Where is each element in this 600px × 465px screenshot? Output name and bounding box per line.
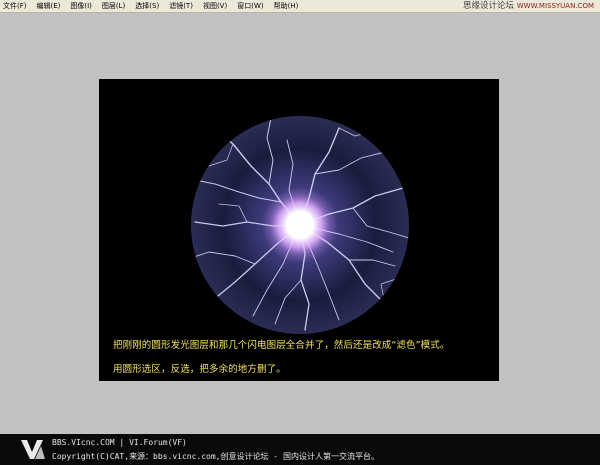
caption-step-delete: 用圆形选区，反选，把多余的地方删了。	[113, 364, 286, 375]
footer-copyright-line: Copyright(C)CAT,来源：bbs.vicnc.com,创意设计论坛 …	[52, 452, 379, 461]
caption-step-merge: 把刚刚的圆形发光图层和那几个闪电图层全合并了，然后还是改成“滤色”模式。	[113, 340, 450, 351]
footer: BBS.VIcnc.COM | VI.Forum(VF) Copyright(C…	[0, 434, 600, 465]
watermark-name: 思缘设计论坛	[463, 1, 515, 11]
menu-items: 文件(F) 编辑(E) 图像(I) 图层(L) 选择(S) 滤镜(T) 视图(V…	[0, 0, 298, 12]
menu-layer[interactable]: 图层(L)	[102, 0, 125, 12]
menu-file[interactable]: 文件(F)	[3, 0, 27, 12]
document-canvas[interactable]: 把刚刚的圆形发光图层和那几个闪电图层全合并了，然后还是改成“滤色”模式。 用圆形…	[99, 79, 499, 381]
footer-site-line: BBS.VIcnc.COM | VI.Forum(VF)	[52, 438, 187, 447]
menu-bar: 文件(F) 编辑(E) 图像(I) 图层(L) 选择(S) 滤镜(T) 视图(V…	[0, 0, 600, 13]
menu-window[interactable]: 窗口(W)	[237, 0, 263, 12]
watermark-site: WWW.MISSYUAN.COM	[516, 2, 594, 10]
plasma-ball-lightning-image	[191, 116, 409, 334]
menu-help[interactable]: 帮助(H)	[274, 0, 299, 12]
menu-filter[interactable]: 滤镜(T)	[169, 0, 193, 12]
vi-logo-icon	[21, 440, 45, 459]
watermark: 思缘设计论坛 WWW.MISSYUAN.COM	[463, 1, 594, 11]
menu-image[interactable]: 图像(I)	[70, 0, 92, 12]
menu-edit[interactable]: 编辑(E)	[37, 0, 61, 12]
menu-select[interactable]: 选择(S)	[135, 0, 159, 12]
menu-view[interactable]: 视图(V)	[203, 0, 227, 12]
